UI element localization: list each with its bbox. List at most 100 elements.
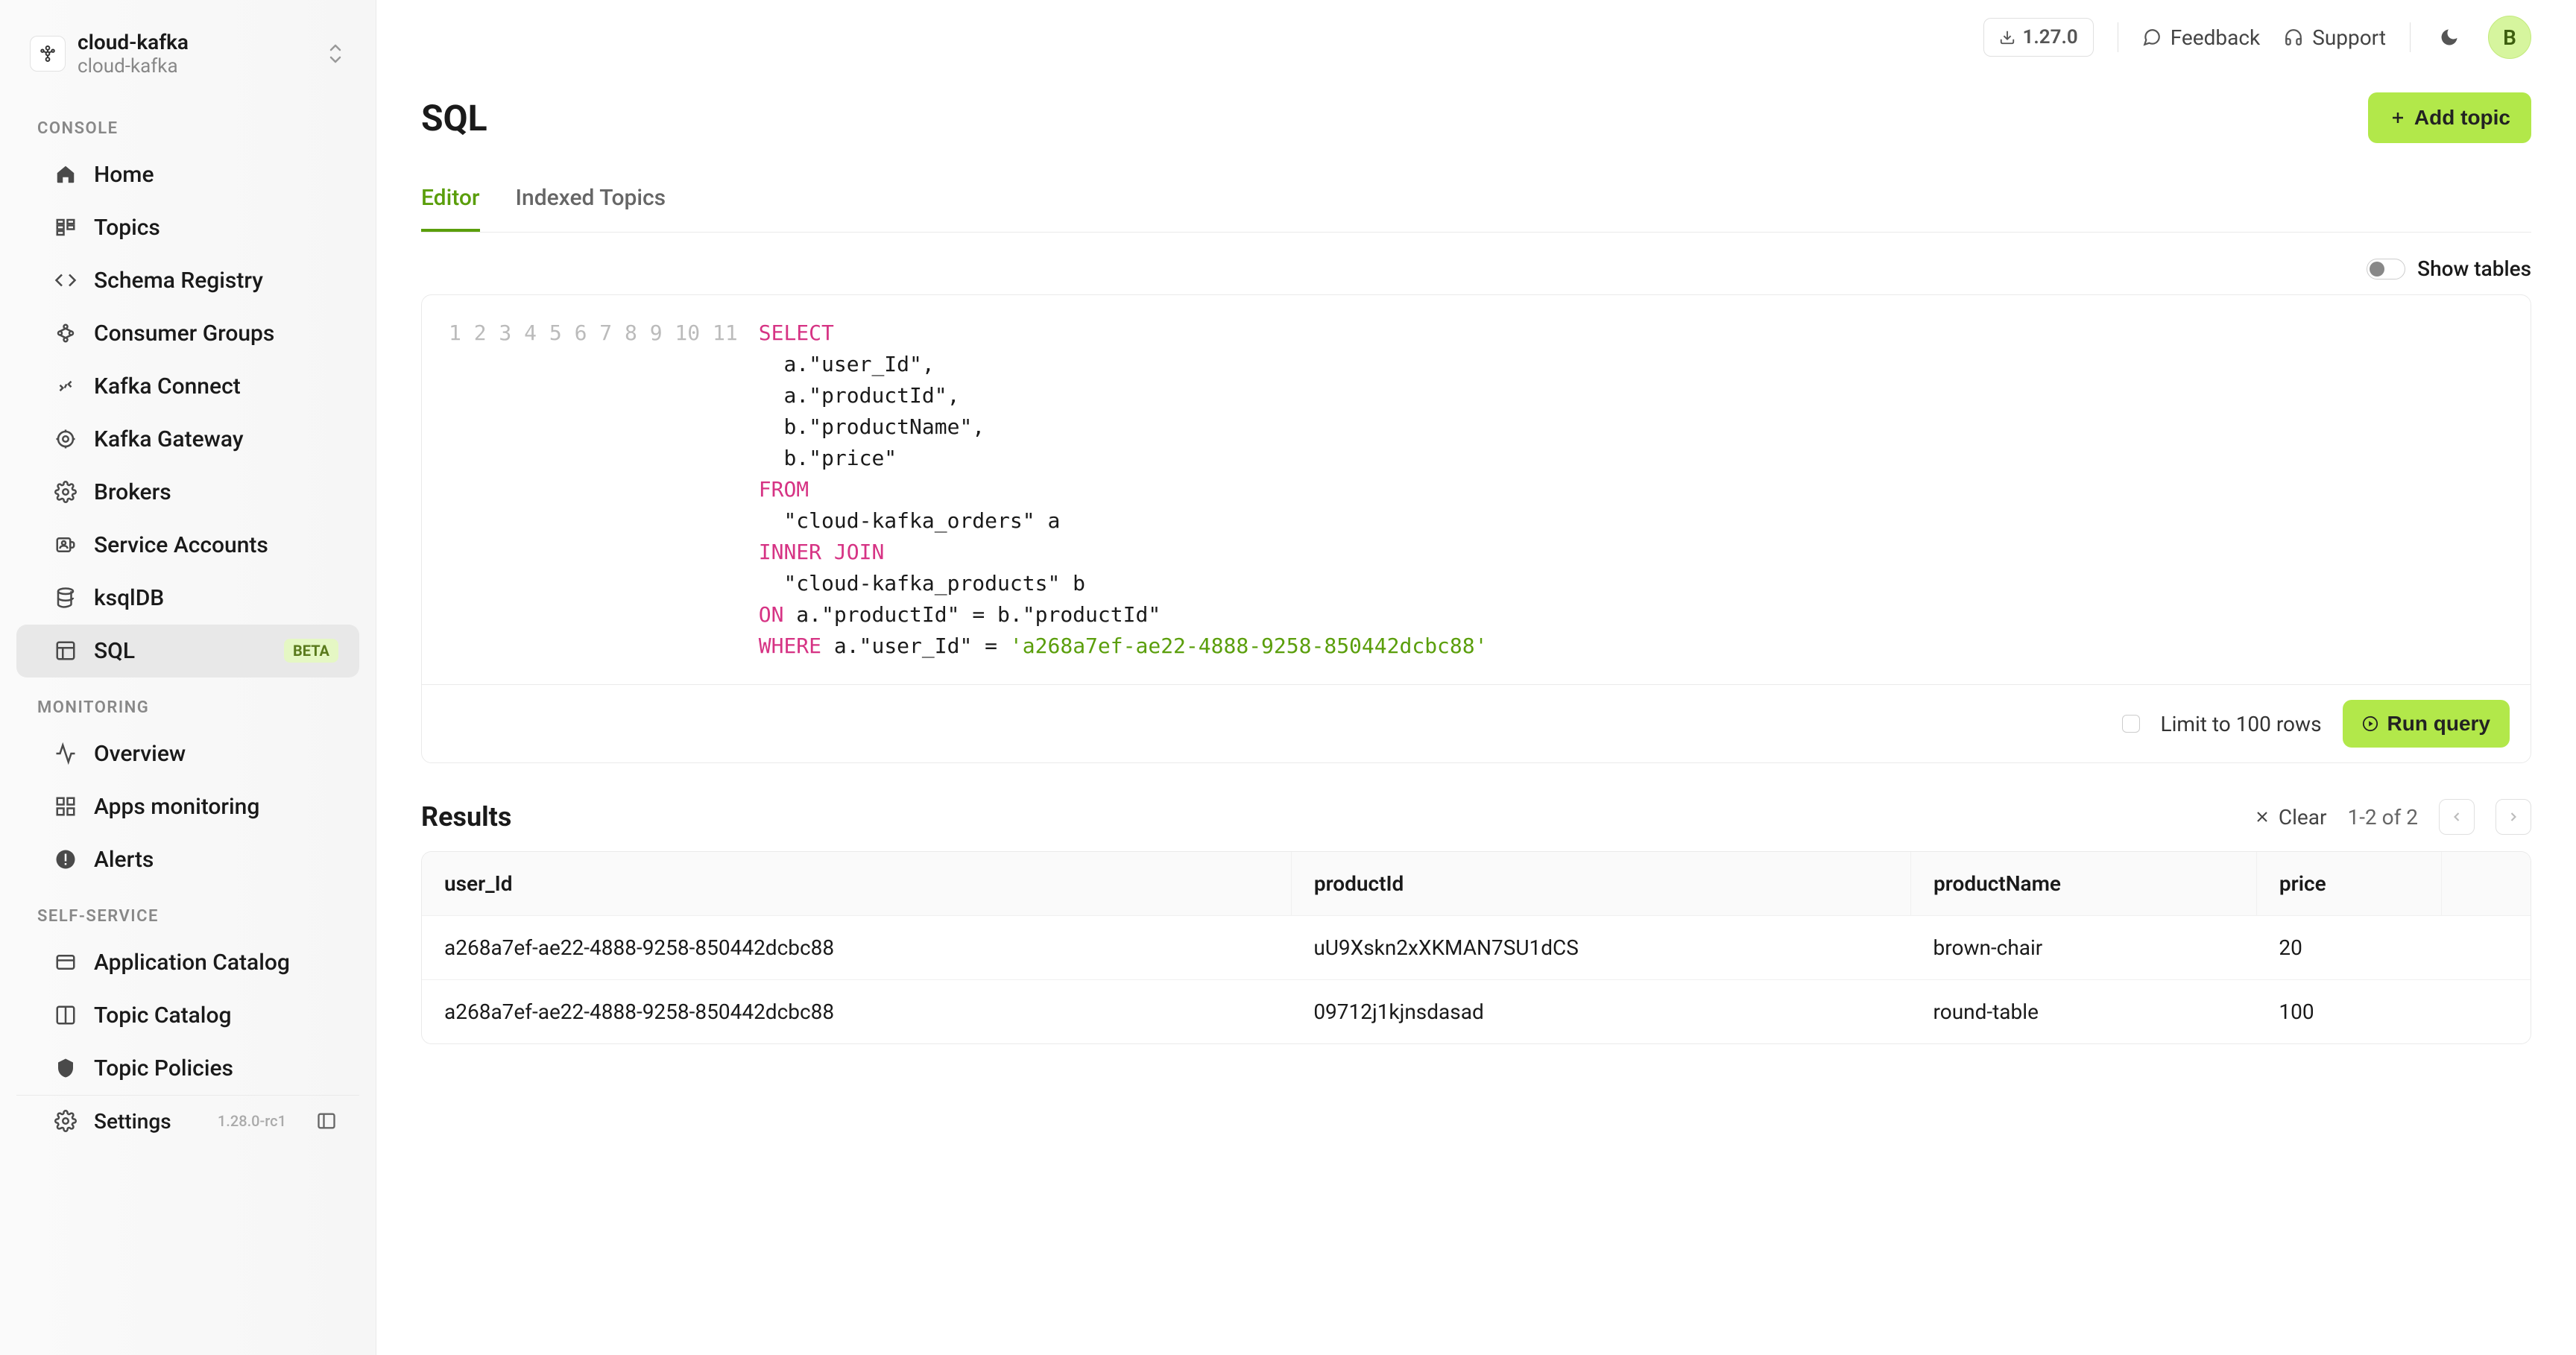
sidebar-section-title: SELF-SERVICE — [0, 886, 376, 936]
policies-icon — [54, 1056, 78, 1080]
theme-toggle[interactable] — [2434, 22, 2464, 52]
clear-button[interactable]: Clear — [2253, 805, 2327, 830]
appcat-icon — [54, 950, 78, 974]
accounts-icon — [54, 533, 78, 557]
table-cell: brown-chair — [1911, 916, 2257, 980]
pager-info: 1-2 of 2 — [2347, 805, 2418, 830]
support-label: Support — [2312, 25, 2386, 50]
support-link[interactable]: Support — [2284, 25, 2386, 50]
sidebar-item-label: SQL — [94, 638, 135, 664]
feedback-link[interactable]: Feedback — [2142, 25, 2260, 50]
sql-editor[interactable]: 1 2 3 4 5 6 7 8 9 10 11 SELECT a."user_I… — [422, 295, 2531, 684]
sidebar-item-label: Kafka Connect — [94, 373, 241, 399]
sidebar-section-title: MONITORING — [0, 678, 376, 727]
tab-indexed-topics[interactable]: Indexed Topics — [516, 173, 666, 232]
table-cell: uU9Xskn2xXKMAN7SU1dCS — [1291, 916, 1910, 980]
sidebar-item-label: Topics — [94, 215, 160, 241]
sidebar-item-label: Topic Catalog — [94, 1002, 231, 1029]
column-header[interactable]: productName — [1911, 852, 2257, 916]
add-topic-button[interactable]: Add topic — [2368, 92, 2531, 143]
schema-icon — [54, 268, 78, 292]
download-icon — [1999, 29, 2015, 45]
results-title: Results — [421, 801, 511, 833]
sidebar-item-service-accounts[interactable]: Service Accounts — [16, 519, 359, 572]
sidebar-item-kafka-connect[interactable]: Kafka Connect — [16, 360, 359, 413]
column-header[interactable]: user_Id — [422, 852, 1291, 916]
sidebar-item-alerts[interactable]: Alerts — [16, 833, 359, 886]
show-tables-label: Show tables — [2417, 256, 2531, 281]
feedback-label: Feedback — [2171, 25, 2260, 50]
sidebar-item-topic-policies[interactable]: Topic Policies — [16, 1042, 359, 1095]
show-tables-toggle[interactable] — [2367, 259, 2405, 279]
sidebar-item-label: ksqlDB — [94, 585, 164, 611]
sidebar-item-ksqldb[interactable]: ksqlDB — [16, 572, 359, 625]
groups-icon — [54, 321, 78, 345]
limit-label: Limit to 100 rows — [2161, 712, 2322, 736]
sidebar-item-home[interactable]: Home — [16, 148, 359, 201]
limit-checkbox[interactable] — [2122, 715, 2140, 733]
version-button[interactable]: 1.27.0 — [1983, 18, 2094, 57]
chevron-right-icon — [2506, 809, 2521, 824]
column-header[interactable]: productId — [1291, 852, 1910, 916]
cluster-chevrons-icon[interactable] — [325, 36, 346, 72]
topbar: 1.27.0 Feedback Support B — [421, 0, 2531, 75]
ksqldb-icon — [54, 586, 78, 610]
table-cell: 100 — [2256, 980, 2441, 1044]
settings-icon — [54, 1109, 78, 1133]
sidebar-item-label: Apps monitoring — [94, 794, 259, 820]
results-table: user_IdproductIdproductNameprice a268a7e… — [421, 851, 2531, 1044]
sidebar-item-consumer-groups[interactable]: Consumer Groups — [16, 307, 359, 360]
settings-label[interactable]: Settings — [94, 1109, 171, 1134]
table-cell: round-table — [1911, 980, 2257, 1044]
sidebar-item-apps-monitoring[interactable]: Apps monitoring — [16, 780, 359, 833]
sidebar-item-label: Overview — [94, 741, 186, 767]
sql-code[interactable]: SELECT a."user_Id", a."productId", b."pr… — [759, 318, 1488, 662]
table-cell: a268a7ef-ae22-4888-9258-850442dcbc88 — [422, 980, 1291, 1044]
plus-icon — [2389, 109, 2407, 127]
connect-icon — [54, 374, 78, 398]
cluster-logo — [30, 36, 66, 72]
overview-icon — [54, 742, 78, 765]
sidebar-item-brokers[interactable]: Brokers — [16, 466, 359, 519]
topbar-divider-2 — [2410, 22, 2411, 52]
cluster-switcher[interactable]: cloud-kafka cloud-kafka — [0, 21, 376, 98]
sidebar-item-label: Topic Policies — [94, 1055, 233, 1081]
sql-icon — [54, 639, 78, 663]
cluster-sub: cloud-kafka — [78, 55, 313, 78]
sidebar-item-topics[interactable]: Topics — [16, 201, 359, 254]
sidebar-item-kafka-gateway[interactable]: Kafka Gateway — [16, 413, 359, 466]
play-icon — [2362, 716, 2378, 732]
column-header[interactable]: price — [2256, 852, 2441, 916]
table-row[interactable]: a268a7ef-ae22-4888-9258-850442dcbc880971… — [422, 980, 2531, 1044]
gateway-icon — [54, 427, 78, 451]
tab-editor-label: Editor — [421, 185, 480, 211]
pager-prev-button[interactable] — [2439, 799, 2475, 835]
sidebar-item-application-catalog[interactable]: Application Catalog — [16, 936, 359, 989]
user-avatar[interactable]: B — [2488, 16, 2531, 59]
collapse-sidebar-icon[interactable] — [315, 1109, 338, 1133]
sidebar-item-sql[interactable]: SQL BETA — [16, 625, 359, 678]
table-row[interactable]: a268a7ef-ae22-4888-9258-850442dcbc88uU9X… — [422, 916, 2531, 980]
sidebar-item-topic-catalog[interactable]: Topic Catalog — [16, 989, 359, 1042]
sidebar-item-schema-registry[interactable]: Schema Registry — [16, 254, 359, 307]
pager-next-button[interactable] — [2496, 799, 2531, 835]
table-cell: 20 — [2256, 916, 2441, 980]
sidebar-item-label: Application Catalog — [94, 950, 290, 976]
run-label: Run query — [2387, 712, 2490, 736]
main-content: 1.27.0 Feedback Support B SQL A — [376, 0, 2576, 1355]
tab-editor[interactable]: Editor — [421, 173, 480, 232]
topiccat-icon — [54, 1003, 78, 1027]
clear-label: Clear — [2279, 805, 2327, 830]
sidebar: cloud-kafka cloud-kafka CONSOLEHome Topic… — [0, 0, 376, 1355]
sidebar-section-title: CONSOLE — [0, 98, 376, 148]
run-query-button[interactable]: Run query — [2343, 700, 2510, 748]
chevron-left-icon — [2449, 809, 2464, 824]
sidebar-item-label: Service Accounts — [94, 532, 268, 558]
sidebar-item-overview[interactable]: Overview — [16, 727, 359, 780]
x-icon — [2253, 808, 2271, 826]
beta-badge: BETA — [284, 639, 338, 663]
version-label: 1.27.0 — [2023, 26, 2078, 48]
table-cell-spacer — [2441, 916, 2531, 980]
support-icon — [2284, 28, 2303, 47]
tabs: Editor Indexed Topics — [421, 173, 2531, 233]
